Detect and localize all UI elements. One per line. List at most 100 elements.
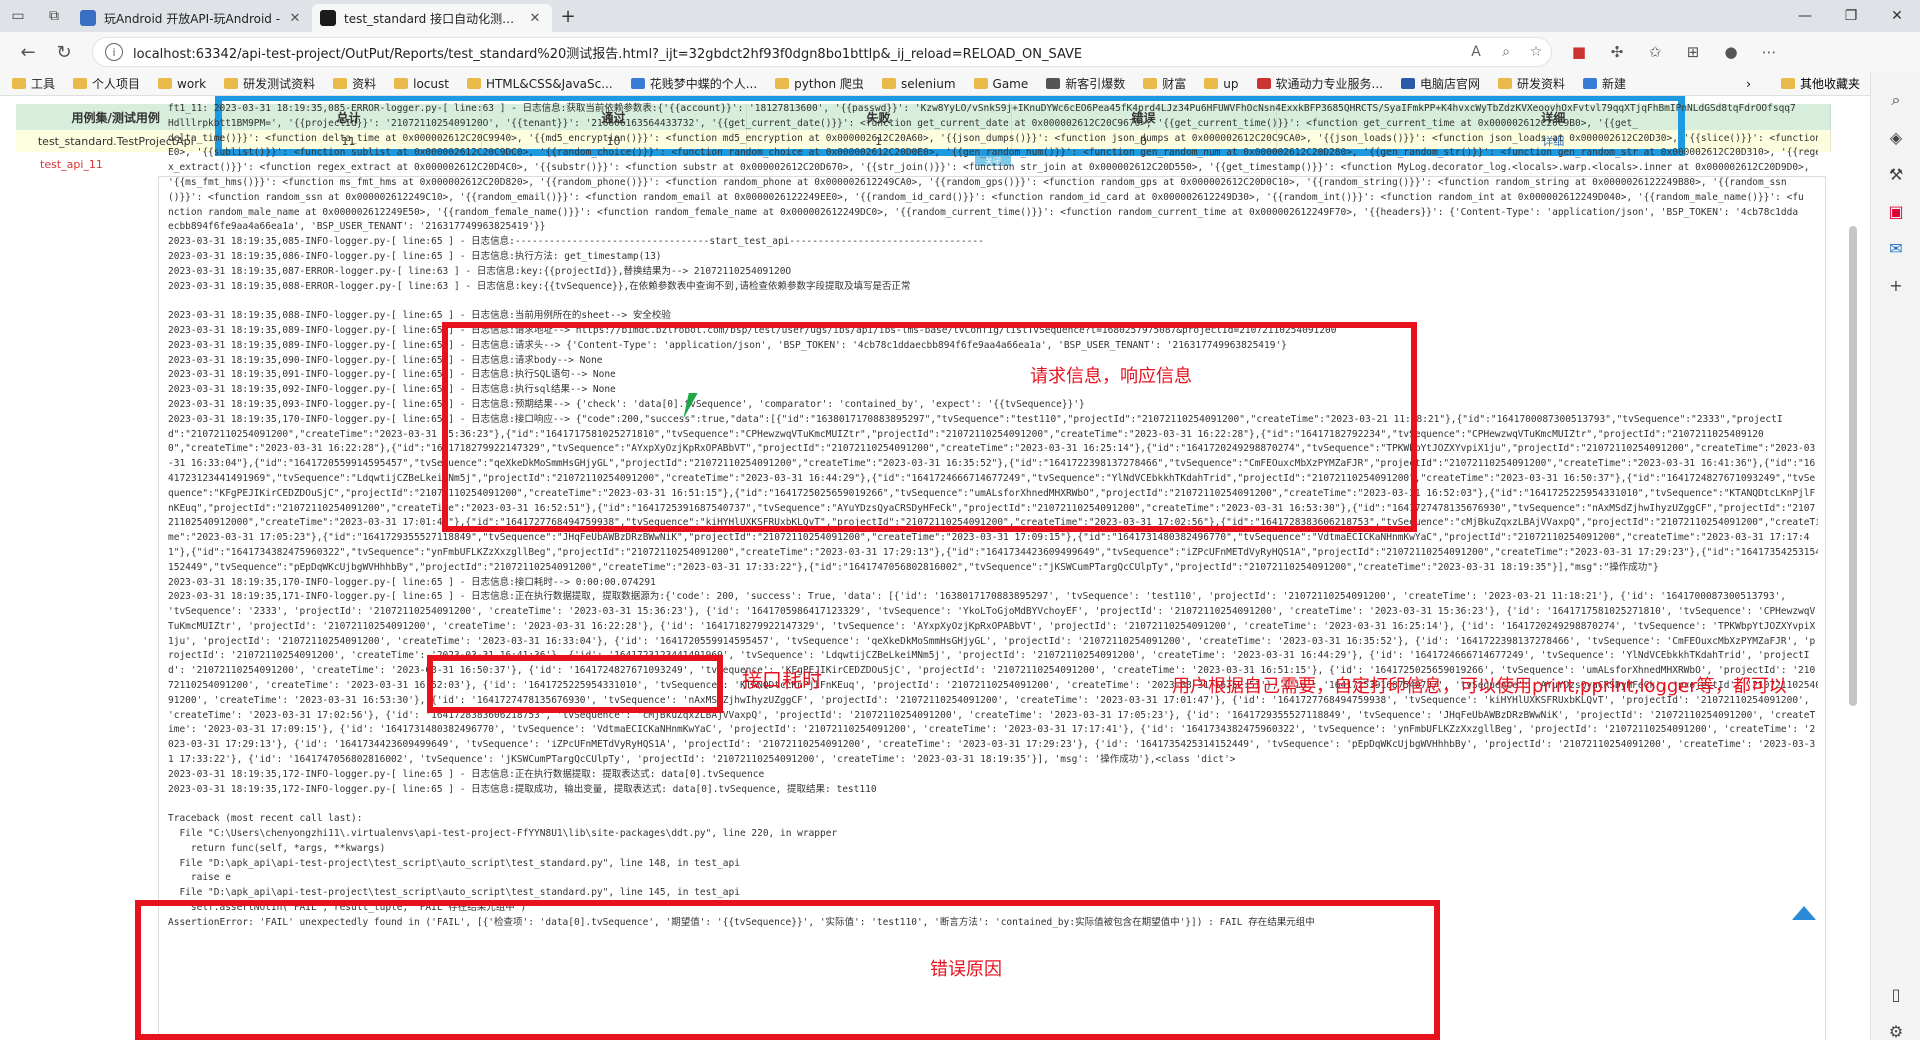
add-icon[interactable]: +: [1871, 276, 1920, 295]
log-line: x_extract()}}': <function regex_extract …: [168, 162, 1810, 174]
folder-icon: [1498, 78, 1512, 89]
tab-title: 玩Android 开放API-玩Android -: [104, 11, 281, 26]
close-tab-icon[interactable]: ✕: [526, 11, 544, 26]
log-line: Traceback (most recent call last):: [168, 813, 363, 825]
folder-icon: [12, 78, 26, 89]
log-line: 'createTime': '2023-03-31 17:02:56'}, {'…: [168, 709, 1816, 721]
info-icon[interactable]: i: [105, 43, 123, 61]
log-line: me":"2023-03-31 17:05:23"},{"id":"164172…: [168, 532, 1810, 544]
profile-avatar-icon[interactable]: ●: [1712, 43, 1750, 61]
tab-actions-icon[interactable]: ▭: [0, 0, 36, 32]
bookmark-item[interactable]: 软通动力专业服务...: [1256, 75, 1383, 92]
annotation-error: 错误原因: [930, 959, 1002, 980]
back-icon[interactable]: ←: [10, 36, 46, 68]
zoom-icon[interactable]: ⌕: [1491, 44, 1521, 60]
log-line: 152449","tvSequence":"pEpDqWKcUjbgWVHhhb…: [168, 561, 1659, 573]
bookmark-item[interactable]: 新建: [1583, 75, 1626, 92]
site-icon: [1256, 78, 1271, 89]
bookmark-item[interactable]: Game: [973, 77, 1028, 91]
address-bar[interactable]: i localhost:63342/api-test-project/OutPu…: [92, 37, 1552, 67]
log-line: 2023-03-31 18:19:35,085-INFO-logger.py-[…: [168, 236, 984, 248]
bookmark-item[interactable]: 花贱梦中蝶的个人...: [630, 75, 757, 92]
new-tab-icon[interactable]: +: [552, 6, 584, 27]
folder-icon: [1780, 78, 1795, 89]
minimize-icon[interactable]: —: [1782, 0, 1828, 32]
log-line: 2023-03-31 18:19:35,087-ERROR-logger.py-…: [168, 265, 792, 277]
extension-icon[interactable]: ■: [1560, 43, 1598, 61]
bookmark-item[interactable]: 电脑店官网: [1400, 75, 1480, 92]
test-case-link[interactable]: test_api_11: [40, 158, 103, 171]
bookmark-item[interactable]: HTML&CSS&JavaSc...: [466, 77, 613, 91]
back-to-top-icon[interactable]: [1792, 906, 1816, 920]
log-line: TuKmcMUIZtr', 'projectId': '210721102540…: [168, 620, 1816, 632]
outlook-icon[interactable]: ✉: [1871, 239, 1920, 258]
read-aloud-icon[interactable]: A: [1461, 44, 1491, 60]
workspaces-icon[interactable]: ⧉: [36, 0, 72, 32]
log-line: '{{ms_fmt_hms()}}': <function ms_fmt_hms…: [168, 176, 1787, 188]
collections-icon[interactable]: ⊞: [1674, 43, 1712, 61]
log-line: 1ju', 'projectId': '21072110254091200', …: [168, 635, 1816, 647]
folder-icon: [973, 78, 988, 89]
log-line: 2023-03-31 18:19:35,086-INFO-logger.py-[…: [168, 250, 662, 262]
settings-gear-icon[interactable]: ⚙: [1871, 1022, 1920, 1041]
bookmark-item[interactable]: 研发资料: [1498, 75, 1565, 92]
bookmark-item[interactable]: up: [1204, 77, 1239, 91]
log-line: 2023-03-31 18:19:35,172-INFO-logger.py-[…: [168, 783, 877, 795]
bookmark-item[interactable]: 新客引爆数: [1046, 75, 1125, 92]
log-line: 2023-03-31 18:19:35,170-INFO-logger.py-[…: [168, 576, 656, 588]
bookmark-item[interactable]: 资料: [333, 75, 376, 92]
nav-bar: ← ↻ i localhost:63342/api-test-project/O…: [0, 32, 1920, 72]
bookmark-item[interactable]: 工具: [12, 75, 55, 92]
request-response-highlight: [442, 322, 1417, 532]
tools-icon[interactable]: ⚒: [1871, 165, 1920, 184]
pycharm-favicon-icon: [320, 10, 336, 26]
log-line: 'tvSequence': '2333', 'projectId': '2107…: [168, 606, 1816, 618]
address-url[interactable]: localhost:63342/api-test-project/OutPut/…: [133, 43, 1461, 62]
bookmark-item[interactable]: python 爬虫: [775, 75, 864, 92]
log-line: return func(self, *args, **kwargs): [168, 842, 386, 854]
tab-title: test_standard 接口自动化测试报: [344, 11, 526, 26]
favorite-star-icon[interactable]: ☆: [1521, 44, 1551, 60]
bookmark-item[interactable]: 研发测试资料: [224, 75, 315, 92]
shopping-icon[interactable]: ◈: [1871, 128, 1920, 147]
bookmark-item[interactable]: locust: [394, 77, 449, 91]
folder-icon: [466, 78, 481, 89]
log-line: ()}}': <function random_ssn at 0x0000026…: [168, 191, 1804, 203]
annotation-request-response: 请求信息，响应信息: [1030, 366, 1192, 387]
bookmark-item[interactable]: 个人项目: [73, 75, 140, 92]
log-scrollbar[interactable]: [1846, 186, 1860, 1036]
chevron-right-icon[interactable]: ›: [1746, 77, 1751, 91]
extensions-puzzle-icon[interactable]: ✣: [1598, 43, 1636, 61]
bookmark-item[interactable]: work: [158, 77, 206, 91]
scrollbar-thumb[interactable]: [1849, 226, 1857, 706]
restore-icon[interactable]: ❐: [1828, 0, 1874, 32]
more-menu-icon[interactable]: ⋯: [1750, 43, 1788, 61]
close-window-icon[interactable]: ✕: [1874, 0, 1920, 32]
tab-wanandroid[interactable]: 玩Android 开放API-玩Android - ✕: [72, 4, 312, 32]
log-line: rojectId': '21072110254091200', 'createT…: [168, 650, 1810, 662]
close-tab-icon[interactable]: ✕: [286, 11, 304, 26]
refresh-icon[interactable]: ↻: [46, 36, 82, 68]
log-line: ft1_11: 2023-03-31 18:19:35,085-ERROR-lo…: [168, 103, 1796, 114]
log-line: E0>, '{{sublist()}}': <function sublist …: [168, 147, 1818, 159]
bookmark-item[interactable]: 财富: [1143, 75, 1186, 92]
office-icon[interactable]: ▣: [1871, 202, 1920, 221]
log-line: 2023-03-31 18:19:35,088-ERROR-logger.py-…: [168, 280, 911, 292]
folder-icon: [1204, 78, 1219, 89]
favorites-icon[interactable]: ✩: [1636, 43, 1674, 61]
toolbar-icons: ■ ✣ ✩ ⊞ ● ⋯: [1560, 43, 1788, 61]
log-line: ime': '2023-03-31 17:09:15'}, {'id': '16…: [168, 724, 1816, 736]
annotation-elapsed: 接口耗时: [742, 668, 822, 692]
search-icon[interactable]: ⌕: [1871, 90, 1920, 110]
folder-icon: [775, 78, 790, 89]
site-icon: [1583, 78, 1598, 89]
log-line: Hdlllrpkbtt1BM9PM=', '{{projectId}}': '2…: [168, 117, 1638, 129]
log-line: File "D:\apk_api\api-test-project\test_s…: [168, 857, 740, 869]
tab-test-report[interactable]: test_standard 接口自动化测试报 ✕: [312, 4, 552, 32]
bookmark-item[interactable]: selenium: [881, 77, 956, 91]
other-favorites[interactable]: › 其他收藏夹: [1746, 75, 1860, 92]
log-line: 2023-03-31 18:19:35,172-INFO-logger.py-[…: [168, 768, 765, 780]
sidebar-toggle-icon[interactable]: ▯: [1871, 985, 1920, 1004]
